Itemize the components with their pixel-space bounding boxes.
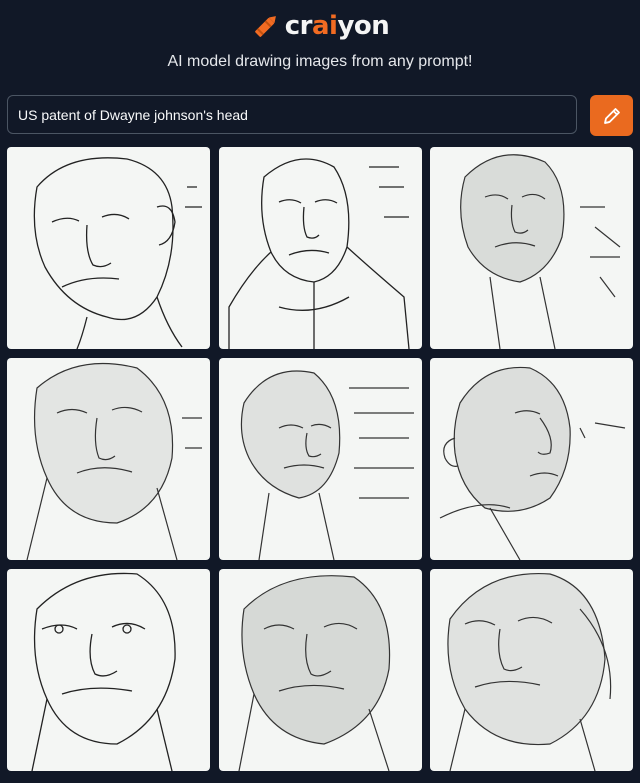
sketch-head-2 [227,158,410,349]
results-grid [7,147,633,771]
result-image-9[interactable] [430,569,633,771]
sketch-head-7 [31,572,176,771]
result-image-3[interactable] [430,147,633,349]
sketch-head-8 [237,575,390,771]
craiyon-logo[interactable]: craiyon [0,8,640,44]
result-image-7[interactable] [7,569,210,771]
sketch-head-4 [26,362,202,560]
result-image-8[interactable] [218,569,422,771]
result-image-2[interactable] [218,147,422,349]
prompt-input[interactable]: US patent of Dwayne johnson's head [7,95,577,134]
sketch-head-5 [240,370,414,560]
sketch-head-1 [33,157,202,349]
draw-button[interactable] [590,95,633,136]
result-image-1[interactable] [7,147,210,349]
tagline: AI model drawing images from any prompt! [167,53,473,70]
result-image-6[interactable] [430,358,633,560]
sketch-head-9 [447,572,612,771]
pencil-icon [603,107,620,124]
result-image-5[interactable] [218,358,422,560]
crayon-icon [254,16,276,37]
result-image-4[interactable] [7,358,210,560]
sketch-head-3 [460,154,621,349]
brand-wordmark: craiyon [284,11,390,41]
sketch-head-6 [439,366,626,560]
